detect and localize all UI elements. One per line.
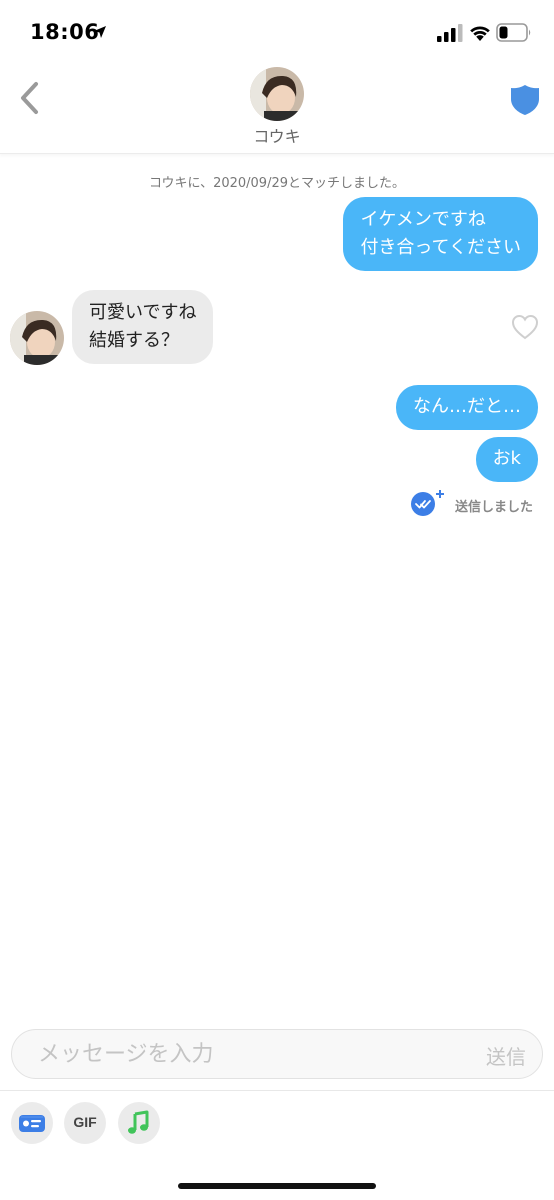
match-name[interactable]: コウキ: [0, 123, 554, 147]
message-bubble-sent[interactable]: おk: [475, 437, 538, 482]
chevron-left-icon[interactable]: [16, 80, 44, 116]
gif-label: GIF: [73, 1114, 97, 1130]
message-bubble-sent[interactable]: イケメンですね 付き合ってください: [343, 197, 538, 271]
chat-header: コウキ: [0, 62, 554, 154]
battery-icon: [496, 23, 531, 42]
home-indicator[interactable]: [178, 1183, 376, 1189]
music-button[interactable]: [118, 1102, 160, 1144]
heart-icon[interactable]: [511, 314, 539, 340]
contact-card-icon: [19, 1115, 45, 1132]
profile-avatar[interactable]: [250, 67, 304, 121]
signal-icon: [437, 24, 463, 42]
message-bubble-received[interactable]: 可愛いですね 結婚する？: [72, 290, 214, 364]
sent-status: 送信しました: [455, 500, 534, 515]
gif-button[interactable]: GIF: [64, 1102, 106, 1144]
location-arrow-icon: [94, 26, 106, 38]
status-bar: 18:06: [0, 0, 554, 62]
message-bubble-sent[interactable]: なん…だと…: [396, 385, 538, 430]
sender-avatar[interactable]: [10, 311, 64, 365]
status-time: 18:06: [30, 20, 100, 44]
shield-icon[interactable]: [510, 84, 540, 116]
send-button[interactable]: 送信: [486, 1041, 526, 1070]
read-receipt-icon[interactable]: [409, 489, 447, 517]
music-note-icon: [128, 1110, 149, 1134]
message-composer: 送信: [11, 1029, 543, 1079]
contact-card-button[interactable]: [11, 1102, 53, 1144]
wifi-icon: [470, 26, 490, 41]
composer-divider: [0, 1090, 554, 1091]
match-date-note: コウキに、2020/09/29とマッチしました。: [148, 176, 406, 191]
message-input[interactable]: [38, 1030, 458, 1078]
